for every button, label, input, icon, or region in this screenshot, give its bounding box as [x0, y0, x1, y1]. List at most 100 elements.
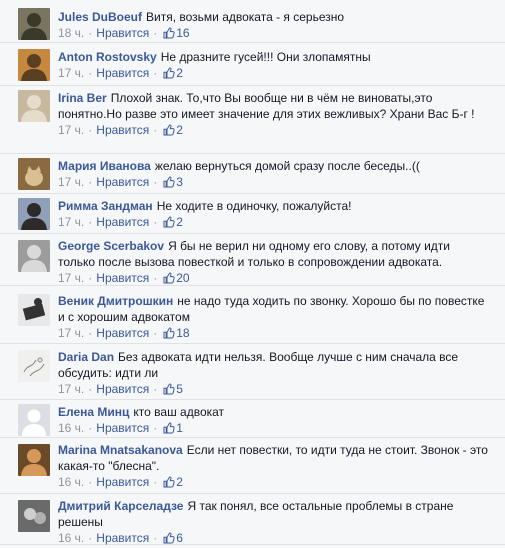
like-button[interactable]: Нравится	[96, 175, 149, 189]
comment-text: Не ходите в одиночку, пожалуйста!	[156, 199, 352, 213]
avatar[interactable]	[18, 500, 50, 532]
comment-meta: 18 ч. · Нравится · 16	[58, 25, 489, 43]
thumbs-up-icon[interactable]	[163, 476, 175, 492]
like-button[interactable]: Нравится	[96, 475, 149, 489]
like-count[interactable]: 2	[176, 66, 183, 80]
comment-author-link[interactable]: Irina Ber	[58, 91, 107, 105]
comment-timestamp[interactable]: 16 ч.	[58, 421, 84, 435]
comment-author-link[interactable]: George Scerbakov	[58, 239, 164, 253]
comment-timestamp[interactable]: 17 ч.	[58, 271, 84, 285]
like-button[interactable]: Нравится	[96, 215, 149, 229]
thumbs-up-icon[interactable]	[163, 176, 175, 192]
meta-separator: ·	[88, 475, 93, 489]
comment-meta: 17 ч. · Нравится · 18	[58, 325, 489, 343]
comments-feed: Jules DuBoeuf Витя, возьми адвоката - я с…	[0, 0, 505, 545]
comment-timestamp[interactable]: 16 ч.	[58, 475, 84, 489]
comment-author-link[interactable]: Anton Rostovsky	[58, 50, 157, 64]
like-count[interactable]: 3	[176, 175, 183, 189]
meta-separator: ·	[153, 175, 158, 189]
like-count[interactable]: 1	[176, 421, 183, 435]
thumbs-up-icon[interactable]	[163, 327, 175, 343]
comment-author-link[interactable]: Daria Dan	[58, 350, 114, 364]
like-count[interactable]: 6	[176, 531, 183, 545]
comment-author-link[interactable]: Jules DuBoeuf	[58, 10, 142, 24]
comment-author-link[interactable]: Дмитрий Карселадзе	[58, 499, 183, 513]
comment-timestamp[interactable]: 17 ч.	[58, 326, 84, 340]
thumbs-up-icon[interactable]	[163, 216, 175, 232]
comment-item: Irina Ber Плохой знак. То,что Вы вообще н…	[0, 86, 505, 154]
comment-author-link[interactable]: Marina Mnatsakanova	[58, 443, 183, 457]
like-count[interactable]: 2	[176, 123, 183, 137]
meta-separator: ·	[88, 66, 93, 80]
comment-timestamp[interactable]: 17 ч.	[58, 175, 84, 189]
meta-separator: ·	[153, 66, 158, 80]
meta-separator: ·	[88, 123, 93, 137]
comment-meta: 17 ч. · Нравится · 2	[58, 65, 489, 83]
comment-timestamp[interactable]: 17 ч.	[58, 382, 84, 396]
comment-timestamp[interactable]: 16 ч.	[58, 531, 84, 545]
avatar[interactable]	[18, 294, 50, 326]
like-count[interactable]: 2	[176, 475, 183, 489]
comment-item: Елена Минц кто ваш адвокат 16 ч. · Нравится ·…	[0, 400, 505, 438]
avatar[interactable]	[18, 404, 50, 436]
comment-text: желаю вернуться домой сразу после беседы…	[154, 159, 420, 173]
comment-author-link[interactable]: Мария Иванова	[58, 159, 151, 173]
avatar[interactable]	[18, 49, 50, 81]
avatar[interactable]	[18, 198, 50, 230]
meta-separator: ·	[88, 382, 93, 396]
like-button[interactable]: Нравится	[96, 26, 149, 40]
like-button[interactable]: Нравится	[96, 271, 149, 285]
avatar[interactable]	[18, 240, 50, 272]
like-button[interactable]: Нравится	[96, 66, 149, 80]
like-button[interactable]: Нравится	[96, 123, 149, 137]
comment-timestamp[interactable]: 18 ч.	[58, 26, 84, 40]
thumbs-up-icon[interactable]	[163, 124, 175, 140]
like-count[interactable]: 16	[176, 26, 189, 40]
thumbs-up-icon[interactable]	[163, 422, 175, 438]
comment-meta: 16 ч. · Нравится · 2	[58, 474, 489, 492]
thumbs-up-icon[interactable]	[163, 27, 175, 43]
like-button[interactable]: Нравится	[96, 382, 149, 396]
like-count[interactable]: 2	[176, 215, 183, 229]
comment-text: Витя, возьми адвоката - я серьезно	[146, 10, 345, 24]
comment-item: Римма Зандман Не ходите в одиночку, пожал…	[0, 194, 505, 234]
avatar[interactable]	[18, 350, 50, 382]
meta-separator: ·	[88, 326, 93, 340]
avatar[interactable]	[18, 90, 50, 122]
like-button[interactable]: Нравится	[96, 421, 149, 435]
thumbs-up-icon[interactable]	[163, 532, 175, 548]
avatar[interactable]	[18, 444, 50, 476]
meta-separator: ·	[153, 271, 158, 285]
avatar[interactable]	[18, 8, 50, 40]
comment-text: Без адвоката идти нельзя. Вообще лучше с…	[58, 350, 459, 380]
comment-author-link[interactable]: Веник Дмитрошкин	[58, 294, 173, 308]
comment-item: George Scerbakov Я бы не верил ни одному …	[0, 234, 505, 286]
comment-item: Daria Dan Без адвоката идти нельзя. Вообщ…	[0, 344, 505, 400]
comment-timestamp[interactable]: 17 ч.	[58, 123, 84, 137]
comment-item: Веник Дмитрошкин не надо туда ходить по з…	[0, 286, 505, 344]
like-button[interactable]: Нравится	[96, 531, 149, 545]
comment-timestamp[interactable]: 17 ч.	[58, 215, 84, 229]
comment-meta: 16 ч. · Нравится · 1	[58, 420, 489, 438]
comment-timestamp[interactable]: 17 ч.	[58, 66, 84, 80]
comment-meta: 17 ч. · Нравится · 3	[58, 174, 489, 192]
meta-separator: ·	[88, 26, 93, 40]
comment-item: Jules DuBoeuf Витя, возьми адвоката - я с…	[0, 0, 505, 43]
like-count[interactable]: 18	[176, 326, 189, 340]
meta-separator: ·	[153, 531, 158, 545]
comment-author-link[interactable]: Римма Зандман	[58, 199, 153, 213]
meta-separator: ·	[153, 475, 158, 489]
thumbs-up-icon[interactable]	[163, 67, 175, 83]
meta-separator: ·	[88, 271, 93, 285]
meta-separator: ·	[153, 215, 158, 229]
like-button[interactable]: Нравится	[96, 326, 149, 340]
comment-meta: 17 ч. · Нравится · 2	[58, 122, 489, 140]
like-count[interactable]: 5	[176, 382, 183, 396]
meta-separator: ·	[153, 123, 158, 137]
thumbs-up-icon[interactable]	[163, 383, 175, 399]
like-count[interactable]: 20	[176, 271, 189, 285]
comment-meta: 16 ч. · Нравится · 6	[58, 530, 489, 548]
avatar[interactable]	[18, 158, 50, 190]
meta-separator: ·	[88, 215, 93, 229]
comment-author-link[interactable]: Елена Минц	[58, 405, 129, 419]
